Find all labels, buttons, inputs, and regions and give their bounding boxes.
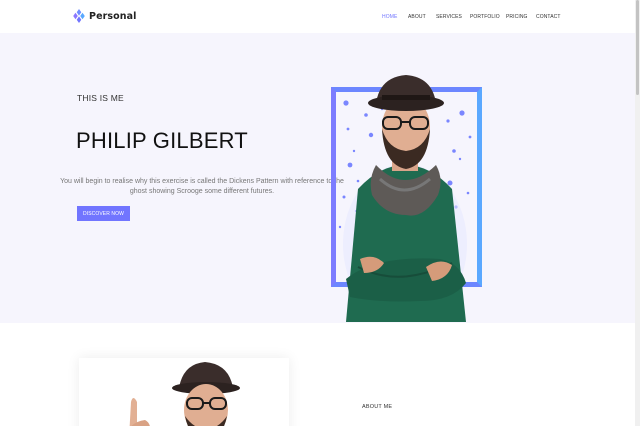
hero-eyebrow: THIS IS ME (77, 93, 124, 103)
site-header: Personal HOME ABOUT SERVICES PORTFOLIO P… (0, 0, 640, 33)
about-section-label: ABOUT ME (362, 404, 393, 410)
main-nav: HOME ABOUT SERVICES PORTFOLIO PRICING CO… (382, 14, 566, 20)
brand-logo[interactable]: Personal (73, 8, 137, 24)
nav-item-about[interactable]: ABOUT (408, 14, 436, 20)
hero-title: PHILIP GILBERT (76, 128, 248, 153)
discover-now-button[interactable]: DISCOVER NOW (77, 206, 130, 221)
hero-section: THIS IS ME PHILIP GILBERT You will begin… (0, 33, 640, 323)
page-scrollbar[interactable] (635, 0, 640, 426)
hero-description: You will begin to realise why this exerc… (60, 178, 344, 195)
about-portrait-photo (129, 362, 240, 426)
page: Personal HOME ABOUT SERVICES PORTFOLIO P… (0, 0, 640, 426)
scrollbar-thumb[interactable] (636, 0, 639, 95)
nav-item-services[interactable]: SERVICES (436, 14, 470, 20)
nav-item-contact[interactable]: CONTACT (536, 14, 566, 20)
nav-item-pricing[interactable]: PRICING (506, 14, 536, 20)
nav-item-home[interactable]: HOME (382, 14, 408, 20)
hero-portrait-photo (343, 75, 467, 322)
brand-name: Personal (89, 10, 137, 22)
nav-item-portfolio[interactable]: PORTFOLIO (470, 14, 506, 20)
about-image-card (79, 358, 289, 426)
diamond-cluster-icon (73, 9, 85, 23)
